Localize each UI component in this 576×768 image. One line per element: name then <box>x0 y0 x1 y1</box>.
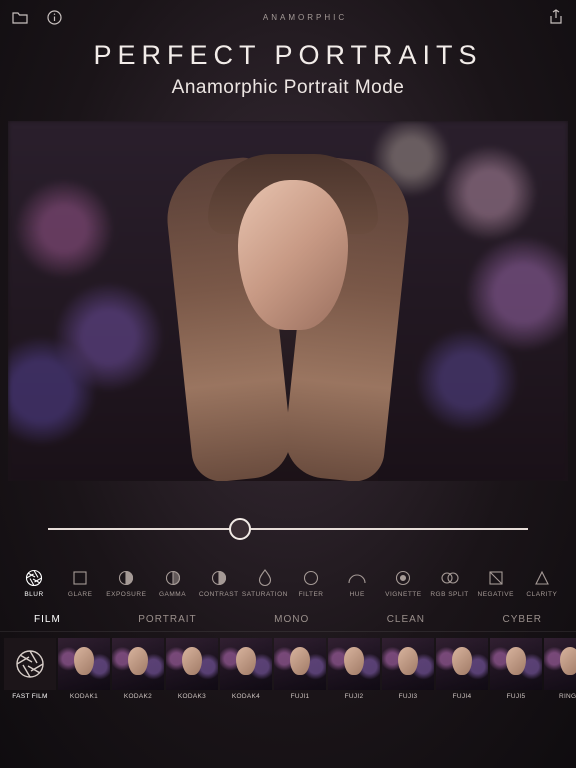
share-icon[interactable] <box>548 9 564 25</box>
preset-label: FUJI4 <box>436 693 488 700</box>
headline-title: PERFECT PORTRAITS <box>0 40 576 71</box>
headline-subtitle: Anamorphic Portrait Mode <box>0 77 576 99</box>
tool-label: HUE <box>350 591 365 598</box>
gamma-icon <box>164 569 182 587</box>
preset-label: KODAK3 <box>166 693 218 700</box>
tool-label: CONTRAST <box>199 591 239 598</box>
preset-rings[interactable]: RINGS <box>544 638 576 700</box>
preset-label: FAST FILM <box>4 693 56 700</box>
tool-filter[interactable]: FILTER <box>289 569 333 598</box>
preset-thumbnail <box>436 638 488 690</box>
tab-clean[interactable]: CLEAN <box>387 608 425 631</box>
preset-label: KODAK2 <box>112 693 164 700</box>
preset-fuji3[interactable]: FUJI3 <box>382 638 434 700</box>
headline: PERFECT PORTRAITS Anamorphic Portrait Mo… <box>0 40 576 99</box>
preset-label: FUJI3 <box>382 693 434 700</box>
tool-label: FILTER <box>299 591 324 598</box>
tool-row: BLUR GLARE EXPOSURE GAMMA CONTRASTSATURATION… <box>0 569 576 598</box>
filter-icon <box>302 569 320 587</box>
rgb-split-icon <box>441 569 459 587</box>
contrast-icon <box>210 569 228 587</box>
app-title: ANAMORPHIC <box>263 13 347 22</box>
negative-icon <box>487 569 505 587</box>
preset-fuji2[interactable]: FUJI2 <box>328 638 380 700</box>
tool-label: SATURATION <box>242 591 288 598</box>
saturation-icon <box>256 569 274 587</box>
hue-icon <box>348 569 366 587</box>
preset-category-tabs: FILM PORTRAIT MONO CLEAN CYBER <box>0 608 576 632</box>
tool-label: EXPOSURE <box>106 591 146 598</box>
preset-thumbnail <box>58 638 110 690</box>
tool-contrast[interactable]: CONTRAST <box>197 569 241 598</box>
preset-thumbnail <box>112 638 164 690</box>
tab-cyber[interactable]: CYBER <box>503 608 542 631</box>
tool-exposure[interactable]: EXPOSURE <box>104 569 148 598</box>
tool-saturation[interactable]: SATURATION <box>243 569 287 598</box>
preset-thumbnail <box>274 638 326 690</box>
tool-label: VIGNETTE <box>385 591 422 598</box>
preset-thumbnail <box>544 638 576 690</box>
photo-preview[interactable] <box>8 121 568 481</box>
preset-strip[interactable]: FAST FILMKODAK1KODAK2KODAK3KODAK4FUJI1FU… <box>0 638 576 700</box>
top-bar: ANAMORPHIC <box>0 0 576 28</box>
preset-label: FUJI5 <box>490 693 542 700</box>
preset-label: FUJI2 <box>328 693 380 700</box>
slider-track <box>48 528 528 530</box>
vignette-icon <box>394 569 412 587</box>
exposure-icon <box>117 569 135 587</box>
tool-clarity[interactable]: CLARITY <box>520 569 564 598</box>
preset-fuji1[interactable]: FUJI1 <box>274 638 326 700</box>
tool-blur[interactable]: BLUR <box>12 569 56 598</box>
clarity-icon <box>533 569 551 587</box>
tool-vignette[interactable]: VIGNETTE <box>381 569 425 598</box>
aperture-icon <box>4 638 56 690</box>
tool-glare[interactable]: GLARE <box>58 569 102 598</box>
tool-label: RGB SPLIT <box>430 591 468 598</box>
preset-thumbnail <box>490 638 542 690</box>
tool-label: CLARITY <box>526 591 557 598</box>
tool-negative[interactable]: NEGATIVE <box>474 569 518 598</box>
preset-kodak1[interactable]: KODAK1 <box>58 638 110 700</box>
tool-hue[interactable]: HUE <box>335 569 379 598</box>
preset-kodak2[interactable]: KODAK2 <box>112 638 164 700</box>
preset-fuji4[interactable]: FUJI4 <box>436 638 488 700</box>
tool-label: NEGATIVE <box>478 591 514 598</box>
adjustment-slider[interactable] <box>48 511 528 547</box>
blur-icon <box>25 569 43 587</box>
glare-icon <box>71 569 89 587</box>
tool-label: BLUR <box>24 591 43 598</box>
preset-kodak3[interactable]: KODAK3 <box>166 638 218 700</box>
preset-label: KODAK1 <box>58 693 110 700</box>
tab-portrait[interactable]: PORTRAIT <box>138 608 196 631</box>
preset-label: KODAK4 <box>220 693 272 700</box>
tab-film[interactable]: FILM <box>34 608 61 631</box>
tab-mono[interactable]: MONO <box>274 608 309 631</box>
preset-thumbnail <box>166 638 218 690</box>
folder-icon[interactable] <box>12 9 28 25</box>
tool-label: GLARE <box>68 591 93 598</box>
preset-thumbnail <box>382 638 434 690</box>
tool-gamma[interactable]: GAMMA <box>151 569 195 598</box>
info-icon[interactable] <box>46 9 62 25</box>
preset-label: RINGS <box>544 693 576 700</box>
slider-handle[interactable] <box>229 518 251 540</box>
preset-thumbnail <box>220 638 272 690</box>
preset-kodak4[interactable]: KODAK4 <box>220 638 272 700</box>
preset-label: FUJI1 <box>274 693 326 700</box>
portrait-subject <box>168 150 408 481</box>
preset-fuji5[interactable]: FUJI5 <box>490 638 542 700</box>
tool-label: GAMMA <box>159 591 186 598</box>
preset-fast-film[interactable]: FAST FILM <box>4 638 56 700</box>
tool-rgb-split[interactable]: RGB SPLIT <box>428 569 472 598</box>
preset-thumbnail <box>328 638 380 690</box>
